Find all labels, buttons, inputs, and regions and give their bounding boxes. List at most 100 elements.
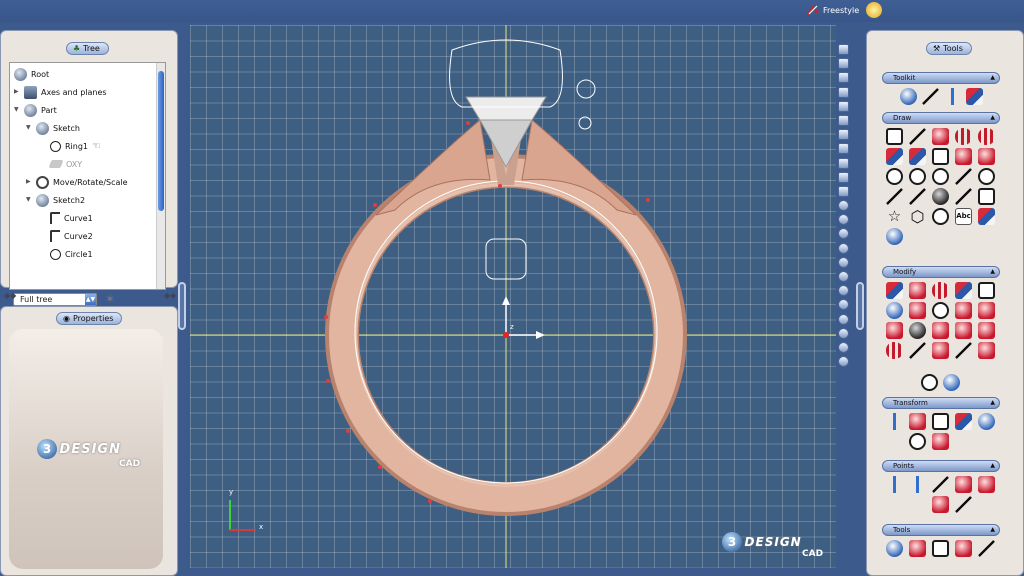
tree-item-circle1[interactable]: Circle1 [50,246,93,262]
arc-3pt-tool-icon[interactable] [955,168,972,185]
circle-3pt-tool-icon[interactable] [909,168,926,185]
array-tool-icon[interactable] [978,413,995,430]
zoom-window-icon[interactable] [838,327,849,339]
section-tools[interactable]: Tools ▲ [882,524,1000,536]
rainbow-tool-icon[interactable] [955,282,972,299]
collapse-icon[interactable]: ▲ [990,525,995,535]
tree-item-axes[interactable]: ▶ Axes and planes [14,84,107,100]
left-panel-collapse-handle[interactable] [178,282,186,330]
point-delete-tool-icon[interactable] [955,476,972,493]
ruler-tool-icon[interactable] [978,540,995,557]
polyline-tool-icon[interactable] [932,128,949,145]
view-top-icon[interactable] [838,100,849,112]
join-tool-icon[interactable] [886,322,903,339]
tree-view[interactable]: Root ▶ Axes and planes ▼ Part ▼ Sketch R… [9,62,166,290]
tree-item-curve1[interactable]: Curve1 [50,210,93,226]
tree-item-sketch2[interactable]: ▼ Sketch2 [26,192,85,208]
render-icon[interactable] [838,228,849,240]
tree-panel-title[interactable]: ♣ Tree [66,42,109,55]
tree-item-oxy[interactable]: OXY [48,156,82,172]
view-back-icon[interactable] [838,58,849,70]
tree-item-curve2[interactable]: Curve2 [50,228,93,244]
right-panel-collapse-handle[interactable] [856,282,864,330]
square-tool-icon[interactable] [978,188,995,205]
explode-tool-icon[interactable] [978,342,995,359]
freehand-tool-icon[interactable] [909,188,926,205]
view-bottom-icon[interactable] [838,114,849,126]
eye-tool-icon[interactable] [932,188,949,205]
circle-center-tool-icon[interactable] [886,148,903,165]
zoom-in-icon[interactable] [838,299,849,311]
expand-arrow-icon[interactable]: ▶ [26,179,32,185]
fillet-tool-icon[interactable] [955,148,972,165]
section-modify[interactable]: Modify ▲ [882,266,1000,278]
chamfer-tool-icon[interactable] [978,302,995,319]
point-add-tool-icon[interactable] [932,476,949,493]
extend-tool-icon[interactable] [932,302,949,319]
rotate-icon[interactable] [838,200,849,212]
collapse-icon[interactable]: ▲ [990,398,995,408]
shading-icon[interactable] [838,171,849,183]
collapse-icon[interactable]: ▲ [990,267,995,277]
mirror-transform-tool-icon[interactable] [955,413,972,430]
cross-tool-icon[interactable] [978,148,995,165]
section-transform[interactable]: Transform ▲ [882,397,1000,409]
spiral-tool-icon[interactable] [886,188,903,205]
render-icon[interactable] [838,271,849,282]
point-move-v-tool-icon[interactable] [909,476,926,493]
tree-item-sketch[interactable]: ▼ Sketch [26,120,80,136]
trim-tool-icon[interactable] [909,302,926,319]
shading-icon[interactable] [838,185,849,197]
properties-panel-title[interactable]: ◉ Properties [56,312,123,325]
star-tool-icon[interactable]: ☆ [886,208,903,225]
collapse-icon[interactable]: ▲ [990,73,995,83]
refresh-icon[interactable] [866,2,882,18]
wave-tool-icon[interactable] [932,282,949,299]
project-tool-icon[interactable] [932,322,949,339]
splitter-right[interactable]: ◆◆ [164,291,176,300]
section-toolkit[interactable]: Toolkit ▲ [882,72,1000,84]
ellipse-tool-icon[interactable] [978,168,995,185]
circle-tangent-tool-icon[interactable] [932,168,949,185]
render-icon[interactable] [838,242,849,254]
cut-tool-icon[interactable] [955,342,972,359]
gem-tool-icon[interactable] [886,228,903,245]
collapse-icon[interactable]: ▲ [990,461,995,471]
pen-tool-icon[interactable] [922,88,939,105]
measure-tool-icon[interactable] [966,88,983,105]
smooth-tool-icon[interactable] [886,342,903,359]
pointer-tool-icon[interactable] [944,88,961,105]
tree-item-part[interactable]: ▼ Part [14,102,57,118]
zoom-icon[interactable] [838,341,849,353]
rect-tool-icon[interactable] [932,148,949,165]
3d-viewport[interactable]: y x z [190,25,836,568]
text-tool-icon[interactable]: Abc [955,208,972,225]
circle-tool-icon[interactable] [886,168,903,185]
tools-panel-title[interactable]: ⚒ Tools [926,42,972,55]
section-draw[interactable]: Draw ▲ [882,112,1000,124]
split-tool-icon[interactable] [886,302,903,319]
view-right-icon[interactable] [838,86,849,98]
polygon-tool-icon[interactable]: ⬡ [909,208,926,225]
circular-array-tool-icon[interactable] [909,433,926,450]
spline-tool-icon[interactable] [978,128,995,145]
freestyle-mode[interactable]: Freestyle [806,3,859,17]
tree-item-root[interactable]: Root [14,66,49,82]
extend-line-tool-icon[interactable] [909,342,926,359]
view-cube-icon[interactable] [838,157,849,169]
segment-tool-icon[interactable] [955,188,972,205]
point-smooth-tool-icon[interactable] [955,496,972,513]
select-tool-icon[interactable] [900,88,917,105]
rotate-icon[interactable] [838,214,849,226]
copy-tool-icon[interactable] [932,540,949,557]
tree-item-ring1[interactable]: Ring1 ☜ [50,138,101,154]
zoom-out-icon[interactable] [838,313,849,325]
render-icon[interactable] [838,256,849,268]
expand-arrow-icon[interactable]: ▶ [14,89,20,95]
clock-tool-icon[interactable] [921,374,938,391]
offset-tool-icon[interactable] [909,282,926,299]
helix-tool-icon[interactable] [932,208,949,225]
splitter-left[interactable]: ◆◆ [4,291,16,300]
move-tool-icon[interactable] [886,413,903,430]
tree-filter-select[interactable]: Full tree ▲▼ [13,293,97,306]
